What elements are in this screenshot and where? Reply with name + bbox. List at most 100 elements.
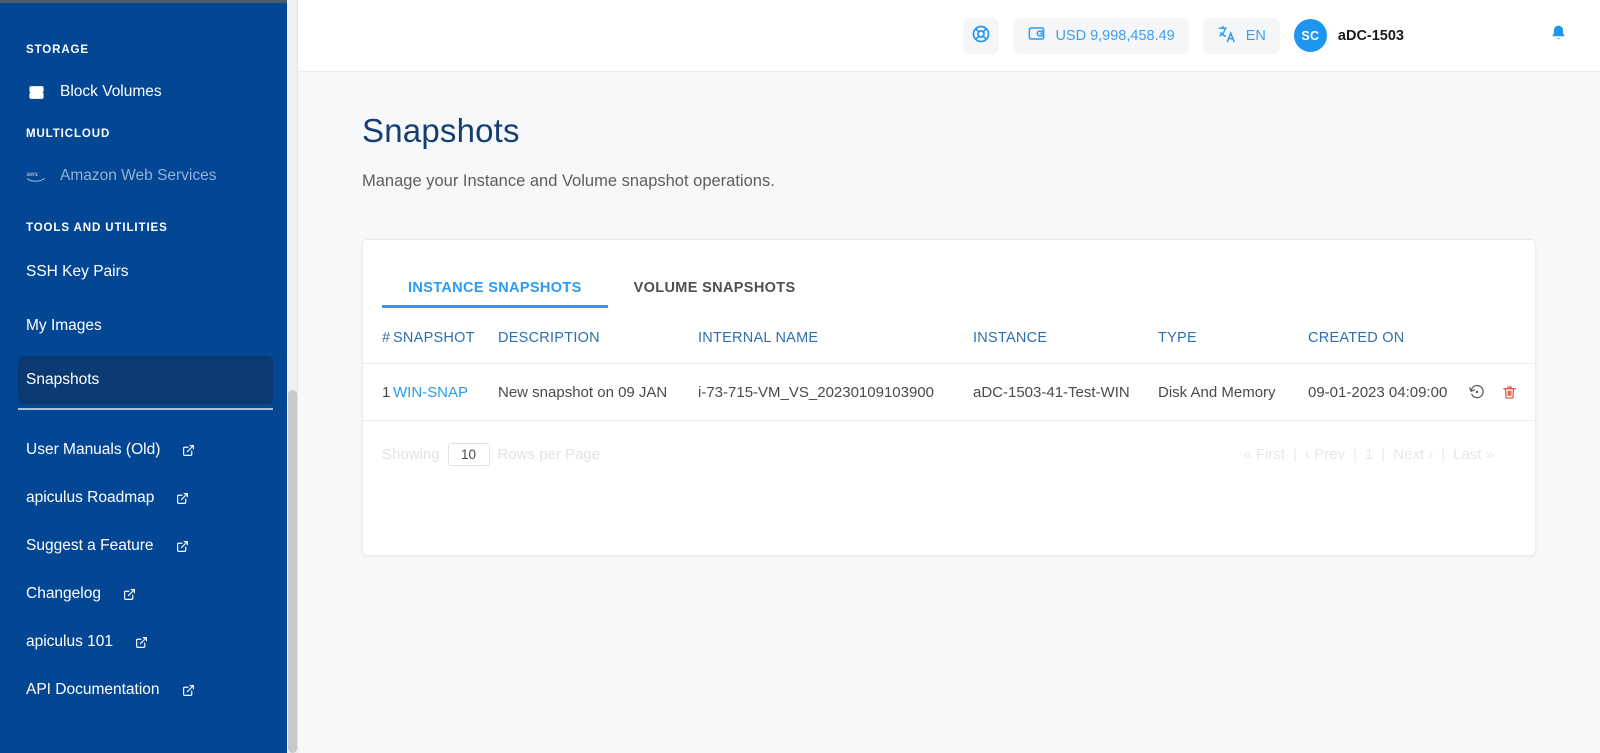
pagination-separator: | (1441, 446, 1446, 463)
pagination-prev[interactable]: ‹ Prev (1305, 446, 1345, 463)
sidebar-divider (18, 408, 273, 410)
sidebar-item-amazon-web-services[interactable]: aws Amazon Web Services (0, 158, 287, 194)
external-link-icon (123, 588, 136, 601)
sidebar-item-label: Snapshots (26, 371, 100, 388)
cell-type: Disk And Memory (1158, 383, 1276, 401)
sidebar-item-label: Changelog (26, 585, 101, 602)
user-name: aDC-1503 (1337, 27, 1404, 44)
sidebar-item-snapshots[interactable]: Snapshots (18, 356, 273, 404)
translate-icon (1217, 24, 1237, 48)
top-bar: USD 9,998,458.49 EN SC aDC-1503 (298, 0, 1600, 72)
page-content: Snapshots Manage your Instance and Volum… (298, 72, 1600, 556)
snapshot-link[interactable]: WIN-SNAP (393, 384, 468, 401)
snapshots-table: # SNAPSHOT DESCRIPTION INTERNAL NAME INS… (363, 330, 1535, 421)
column-header-type[interactable]: TYPE (1158, 330, 1308, 364)
external-link-icon (182, 684, 195, 697)
table-header-row: # SNAPSHOT DESCRIPTION INTERNAL NAME INS… (363, 330, 1535, 364)
sidebar-item-label: apiculus Roadmap (26, 489, 155, 506)
sidebar-item-api-documentation[interactable]: API Documentation (0, 672, 287, 708)
column-header-instance[interactable]: INSTANCE (973, 330, 1158, 364)
showing-label: Showing (382, 446, 440, 463)
table-footer: Showing 10 Rows per Page « First | ‹ Pre… (363, 421, 1535, 466)
svg-text:aws: aws (27, 172, 39, 178)
table-head: # SNAPSHOT DESCRIPTION INTERNAL NAME INS… (363, 330, 1535, 364)
cell-actions (1455, 364, 1535, 421)
avatar: SC (1293, 19, 1327, 52)
sidebar-item-block-volumes[interactable]: Block Volumes (0, 74, 287, 110)
main-content: USD 9,998,458.49 EN SC aDC-1503 Snapshot… (298, 0, 1600, 753)
rows-per-page-input[interactable]: 10 (447, 443, 490, 466)
sidebar-item-label: Suggest a Feature (26, 537, 154, 554)
sidebar-item-apiculus-101[interactable]: apiculus 101 (0, 624, 287, 660)
sidebar-scrollbar-track[interactable] (287, 0, 298, 753)
aws-icon: aws (26, 169, 46, 183)
tab-instance-snapshots[interactable]: INSTANCE SNAPSHOTS (382, 280, 608, 308)
pagination: « First | ‹ Prev | 1 | Next › | Last » (1243, 446, 1516, 463)
sidebar-item-user-manuals-old[interactable]: User Manuals (Old) (0, 432, 287, 468)
sidebar-item-ssh-key-pairs[interactable]: SSH Key Pairs (0, 254, 287, 290)
table-row[interactable]: 1 WIN-SNAP New snapshot on 09 JAN i-73-7… (363, 363, 1535, 421)
restore-snapshot-icon[interactable] (1467, 382, 1487, 402)
cell-number: 1 (382, 383, 391, 401)
page-subtitle: Manage your Instance and Volume snapshot… (362, 172, 775, 190)
sidebar-heading-tools-and-utilities: TOOLS AND UTILITIES (26, 222, 168, 234)
cell-instance: aDC-1503-41-Test-WIN (973, 383, 1130, 401)
sidebar-item-apiculus-roadmap[interactable]: apiculus Roadmap (0, 480, 287, 516)
notifications-button[interactable] (1544, 22, 1572, 50)
column-header-description[interactable]: DESCRIPTION (498, 330, 698, 364)
external-link-icon (182, 444, 195, 457)
sidebar-item-vpn-gateways[interactable]: VPN Gateways (0, 0, 287, 10)
wallet-balance-button[interactable]: USD 9,998,458.49 (1013, 17, 1189, 54)
wallet-icon (1027, 24, 1046, 47)
column-header-created-on[interactable]: CREATED ON (1308, 330, 1455, 364)
sidebar-item-label: User Manuals (Old) (26, 441, 161, 458)
language-value: EN (1245, 27, 1266, 44)
external-link-icon (176, 540, 189, 553)
sidebar-item-label: SSH Key Pairs (26, 263, 129, 280)
pagination-separator: | (1293, 446, 1298, 463)
user-menu[interactable]: SC aDC-1503 (1293, 19, 1404, 52)
rows-per-page-control: Showing 10 Rows per Page (382, 443, 600, 466)
lifebuoy-icon (971, 24, 991, 48)
sidebar-scrollbar-thumb[interactable] (288, 390, 297, 753)
column-header-actions (1455, 330, 1535, 364)
pagination-first[interactable]: « First (1243, 446, 1285, 463)
external-link-icon (135, 636, 148, 649)
window-top-border (0, 0, 287, 3)
cell-created-on: 09-01-2023 04:09:00 (1308, 383, 1448, 401)
pagination-separator: | (1381, 446, 1386, 463)
page-title: Snapshots (362, 112, 520, 149)
delete-snapshot-icon[interactable] (1499, 382, 1519, 402)
pagination-last[interactable]: Last » (1453, 446, 1494, 463)
support-button[interactable] (963, 17, 1000, 54)
pagination-current-page[interactable]: 1 (1365, 446, 1373, 463)
sidebar-item-label: Block Volumes (60, 83, 162, 100)
cell-description: New snapshot on 09 JAN (498, 383, 668, 401)
snapshots-card: INSTANCE SNAPSHOTS VOLUME SNAPSHOTS # SN… (362, 239, 1536, 556)
pagination-next[interactable]: Next › (1393, 446, 1433, 463)
block-volumes-icon (26, 84, 46, 101)
column-header-number[interactable]: # (363, 330, 393, 364)
sidebar-item-label: API Documentation (26, 681, 160, 698)
cell-snapshot[interactable]: WIN-SNAP (393, 364, 498, 421)
tab-bar: INSTANCE SNAPSHOTS VOLUME SNAPSHOTS (363, 240, 1535, 308)
language-selector[interactable]: EN (1202, 17, 1280, 54)
rows-per-page-label: Rows per Page (497, 446, 601, 463)
sidebar-item-my-images[interactable]: My Images (0, 308, 287, 344)
tab-volume-snapshots[interactable]: VOLUME SNAPSHOTS (608, 280, 822, 308)
external-link-icon (176, 492, 189, 505)
sidebar-item-label: My Images (26, 317, 102, 334)
sidebar-item-changelog[interactable]: Changelog (0, 576, 287, 612)
pagination-separator: | (1353, 446, 1357, 463)
app-root: VPN Gateways STORAGE Block Volumes MULTI… (0, 0, 1600, 753)
wallet-balance-value: USD 9,998,458.49 (1055, 27, 1175, 44)
column-header-internal-name[interactable]: INTERNAL NAME (698, 330, 973, 364)
sidebar-item-label: Amazon Web Services (60, 167, 217, 184)
sidebar-heading-storage: STORAGE (26, 44, 89, 56)
sidebar-heading-multicloud: MULTICLOUD (26, 128, 111, 140)
column-header-snapshot[interactable]: SNAPSHOT (393, 330, 498, 364)
sidebar: VPN Gateways STORAGE Block Volumes MULTI… (0, 0, 287, 753)
sidebar-item-suggest-a-feature[interactable]: Suggest a Feature (0, 528, 287, 564)
sidebar-item-label: apiculus 101 (26, 633, 114, 650)
table-body: 1 WIN-SNAP New snapshot on 09 JAN i-73-7… (363, 363, 1535, 421)
